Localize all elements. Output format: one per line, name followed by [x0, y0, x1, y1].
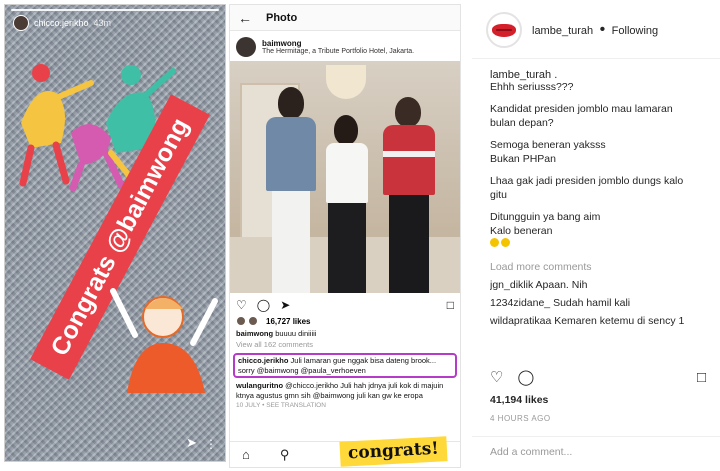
top-bar: ← Photo — [230, 5, 460, 31]
avatar[interactable] — [13, 15, 29, 31]
comment: wulanguritno @chicco.jerikho Juli hah jd… — [230, 380, 460, 401]
post-username[interactable]: baimwong — [262, 39, 414, 48]
caption-line: gitu — [490, 188, 507, 201]
phone-post-panel: ← Photo baimwong The Hermitage, a Tribut… — [229, 4, 461, 468]
caption-username[interactable]: lambe_turah . — [490, 69, 702, 81]
comment-username[interactable]: wulanguritno — [236, 381, 283, 390]
add-comment-input[interactable]: Add a comment... — [472, 436, 720, 467]
list-item: 1234zidane_ Sudah hamil kali — [490, 297, 702, 309]
caption-line: Lhaa gak jadi presiden jomblo dungs kalo — [490, 175, 684, 188]
caption-line: Ditungguin ya bang aim — [490, 211, 601, 224]
post-timestamp[interactable]: 4 HOURS AGO — [490, 414, 551, 423]
story-header: chicco.jerikho 43m — [13, 15, 111, 31]
page-title: Photo — [266, 11, 298, 24]
comment-username[interactable]: 1234zidane_ — [490, 297, 550, 309]
comment-icon[interactable]: ◯ — [517, 368, 534, 386]
back-arrow-icon[interactable]: ← — [238, 10, 252, 26]
laughing-emoji-icon — [490, 237, 499, 247]
list-item: jgn_diklik Apaan. Nih — [490, 279, 702, 291]
photo-person — [375, 81, 441, 293]
photo-person — [318, 93, 376, 293]
avatar — [236, 316, 246, 326]
comment-username[interactable]: wildapratikaa — [490, 315, 551, 327]
avatar[interactable] — [486, 12, 522, 48]
caption-line: Bukan PHPan — [490, 152, 556, 165]
post-actions: ♡ ◯ ➤ □ — [230, 293, 460, 314]
cheering-person-illustration — [110, 288, 218, 393]
caption-username[interactable]: baimwong — [236, 329, 273, 338]
search-icon[interactable]: ⚲ — [280, 447, 290, 463]
lips-logo-icon — [492, 23, 516, 37]
highlighted-comment: chicco.jerikho Juli lamaran gue nggak bi… — [233, 352, 457, 379]
likes-count[interactable]: 41,194 likes — [490, 394, 548, 406]
story-progress-bar — [11, 9, 219, 11]
post-location[interactable]: The Hermitage, a Tribute Portfolio Hotel… — [262, 48, 414, 55]
story-panel: chicco.jerikho 43m Congrats @baimwong ➤ … — [4, 4, 226, 462]
comment-username[interactable]: jgn_diklik — [490, 279, 533, 291]
likes-count[interactable]: 16,727 likes — [266, 317, 310, 326]
follow-button[interactable]: Following — [612, 25, 658, 37]
emoji-row — [490, 237, 702, 251]
view-all-comments-link[interactable]: View all 162 comments — [230, 339, 460, 350]
post-header: baimwong The Hermitage, a Tribute Portfo… — [230, 31, 460, 61]
comment-text: Kemaren ketemu di sency 1 — [554, 315, 685, 328]
caption-line: Kalo beneran — [490, 224, 553, 237]
caption-line: Ehhh seriusss??? — [490, 81, 574, 93]
caption-line: Semoga beneran yaksss — [490, 139, 606, 152]
likes-row: 16,727 likes — [230, 314, 460, 328]
desktop-post-panel: lambe_turah • Following lambe_turah . Eh… — [472, 0, 720, 471]
comment-text: Sudah hamil kali — [553, 297, 631, 310]
story-username[interactable]: chicco.jerikho — [34, 18, 89, 28]
load-more-comments-link[interactable]: Load more comments — [490, 261, 702, 273]
share-icon[interactable]: ➤ — [280, 298, 290, 312]
home-icon[interactable]: ⌂ — [242, 447, 250, 462]
post-actions: ♡ ◯ □ — [490, 368, 706, 387]
avatar — [248, 316, 258, 326]
story-timestamp: 43m — [93, 18, 112, 28]
post-header: lambe_turah • Following — [472, 0, 720, 59]
caption-area: lambe_turah . Ehhh seriusss??? Kandidat p… — [472, 59, 720, 327]
bookmark-icon[interactable]: □ — [447, 298, 454, 312]
comment-icon[interactable]: ◯ — [257, 298, 270, 312]
separator: • — [599, 21, 606, 38]
comment-text: Apaan. Nih — [535, 279, 588, 292]
bookmark-icon[interactable]: □ — [697, 369, 706, 386]
send-icon[interactable]: ➤ — [186, 435, 197, 451]
laughing-emoji-icon — [501, 237, 510, 247]
list-item: wildapratikaa Kemaren ketemu di sency 1 — [490, 315, 702, 327]
heart-icon[interactable]: ♡ — [490, 368, 503, 386]
heart-icon[interactable]: ♡ — [236, 298, 247, 312]
caption-line: Kandidat presiden jomblo mau lamaran — [490, 103, 673, 116]
comment-username[interactable]: chicco.jerikho — [238, 356, 288, 365]
caption-line: bulan depan? — [490, 116, 554, 129]
avatar[interactable] — [236, 37, 256, 57]
caption-text: buuuu diniiiii — [275, 329, 317, 338]
photo-person — [256, 67, 322, 293]
comment-list: jgn_diklik Apaan. Nih 1234zidane_ Sudah h… — [490, 279, 702, 327]
post-meta[interactable]: 10 JULY • SEE TRANSLATION — [230, 401, 460, 410]
post-username[interactable]: lambe_turah — [532, 25, 593, 37]
more-icon[interactable]: ⋮ — [205, 437, 217, 451]
caption: baimwong buuuu diniiiii — [230, 328, 460, 339]
post-photo[interactable] — [230, 61, 460, 293]
caption-text: Ehhh seriusss??? Kandidat presiden jomblo… — [490, 81, 702, 238]
